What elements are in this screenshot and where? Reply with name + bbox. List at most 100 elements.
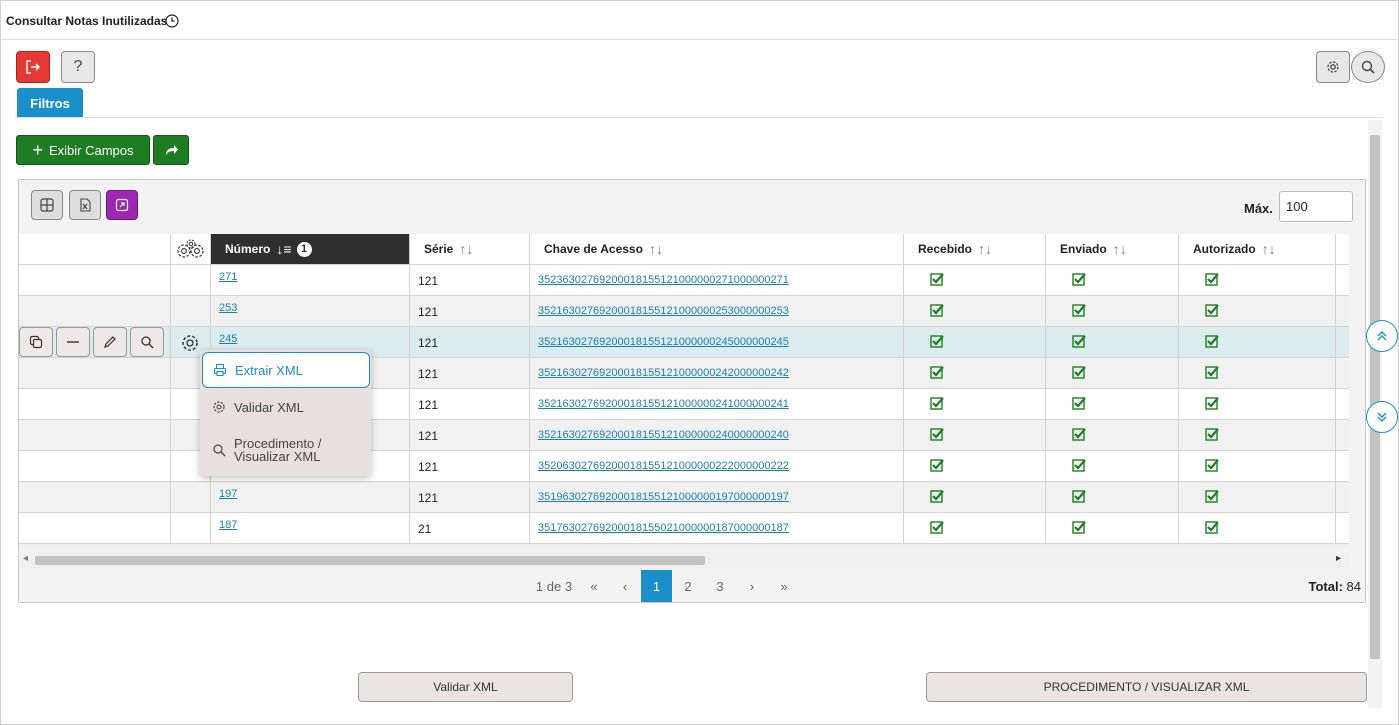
numero-link[interactable]: 187 bbox=[219, 519, 237, 531]
serie-value: 121 bbox=[418, 335, 439, 350]
page-2-button[interactable]: 2 bbox=[672, 570, 704, 602]
header-numero[interactable]: Número ↓≡ 1 bbox=[211, 234, 410, 265]
minus-icon bbox=[67, 341, 79, 343]
numero-link[interactable]: 271 bbox=[219, 271, 237, 283]
recebido-cell bbox=[904, 389, 1046, 420]
enviado-cell bbox=[1046, 513, 1179, 544]
chave-link[interactable]: 3517630276920001815502100000018700000018… bbox=[538, 522, 789, 534]
checkmark-icon bbox=[930, 304, 944, 317]
gear-icon bbox=[1327, 61, 1339, 73]
page-3-button[interactable]: 3 bbox=[704, 570, 736, 602]
overflow-cell bbox=[1336, 482, 1349, 513]
procedure-view-xml-button[interactable]: PROCEDIMENTO / VISUALIZAR XML bbox=[926, 672, 1367, 702]
serie-cell: 21 bbox=[410, 513, 530, 544]
menu-item-extrair-xml[interactable]: Extrair XML bbox=[202, 352, 370, 388]
horizontal-scrollbar[interactable]: ◂ ▸ bbox=[19, 552, 1349, 568]
header-enviado-label: Enviado bbox=[1060, 242, 1107, 256]
total-value: 84 bbox=[1346, 578, 1361, 594]
checkmark-icon bbox=[930, 490, 944, 503]
checkmark-icon bbox=[930, 366, 944, 379]
page-title: Consultar Notas Inutilizadas bbox=[6, 14, 168, 28]
chave-link[interactable]: 3520630276920001815512100000022200000022… bbox=[538, 460, 789, 472]
page-info: 1 de 3 bbox=[535, 578, 573, 594]
share-button[interactable] bbox=[153, 135, 189, 165]
divider bbox=[15, 117, 1383, 118]
chave-link[interactable]: 3521630276920001815512100000024200000024… bbox=[538, 367, 789, 379]
fullscreen-button[interactable] bbox=[106, 190, 138, 220]
last-page-button[interactable]: » bbox=[768, 570, 800, 602]
menu-item-procedimento[interactable]: Procedimento / Visualizar XML bbox=[200, 434, 371, 466]
row-edit-button[interactable] bbox=[93, 327, 127, 357]
export-excel-button[interactable] bbox=[69, 190, 101, 220]
autorizado-cell bbox=[1179, 451, 1336, 482]
numero-link[interactable]: 253 bbox=[219, 302, 237, 314]
grid-layout-button[interactable] bbox=[31, 190, 63, 220]
row-settings-cell bbox=[171, 513, 211, 544]
row-view-button[interactable] bbox=[130, 327, 164, 357]
search-icon bbox=[213, 444, 226, 457]
horizontal-scroll-thumb[interactable] bbox=[35, 556, 705, 565]
row-settings-cell bbox=[171, 482, 211, 513]
enviado-cell bbox=[1046, 265, 1179, 296]
header-autorizado-label: Autorizado bbox=[1193, 242, 1256, 256]
serie-cell: 121 bbox=[410, 327, 530, 358]
overflow-cell bbox=[1336, 296, 1349, 327]
overflow-cell bbox=[1336, 358, 1349, 389]
numero-link[interactable]: 245 bbox=[219, 333, 237, 345]
chave-cell: 3521630276920001815512100000024200000024… bbox=[530, 358, 904, 389]
chave-link[interactable]: 3521630276920001815512100000024100000024… bbox=[538, 398, 789, 410]
title-bar: Consultar Notas Inutilizadas bbox=[0, 0, 1399, 40]
serie-cell: 121 bbox=[410, 265, 530, 296]
tab-filtros[interactable]: Filtros bbox=[17, 88, 83, 118]
checkmark-icon bbox=[1205, 366, 1219, 379]
chave-link[interactable]: 3523630276920001815512100000027100000027… bbox=[538, 274, 789, 286]
chave-link[interactable]: 3521630276920001815512100000025300000025… bbox=[538, 305, 789, 317]
row-actions-cell bbox=[19, 420, 171, 451]
header-enviado[interactable]: Enviado ↑↓ bbox=[1046, 234, 1179, 265]
checkmark-icon bbox=[1205, 459, 1219, 472]
numero-link[interactable]: 197 bbox=[219, 488, 237, 500]
first-page-button[interactable]: « bbox=[579, 570, 609, 602]
checkmark-icon bbox=[1205, 428, 1219, 441]
prev-page-button[interactable]: ‹ bbox=[609, 570, 641, 602]
header-serie[interactable]: Série ↑↓ bbox=[410, 234, 530, 265]
pencil-icon bbox=[104, 336, 116, 348]
autorizado-cell bbox=[1179, 358, 1336, 389]
chave-link[interactable]: 3521630276920001815512100000024500000024… bbox=[538, 336, 789, 348]
autorizado-cell bbox=[1179, 420, 1336, 451]
gear-icon bbox=[182, 335, 198, 351]
row-copy-button[interactable] bbox=[19, 327, 53, 357]
page-1-button[interactable]: 1 bbox=[641, 570, 672, 602]
scroll-top-button[interactable] bbox=[1366, 320, 1398, 352]
enviado-cell bbox=[1046, 327, 1179, 358]
show-fields-button[interactable]: + Exibir Campos bbox=[16, 135, 150, 165]
max-rows-input[interactable] bbox=[1279, 191, 1353, 222]
search-icon bbox=[141, 336, 154, 349]
excel-file-icon bbox=[80, 198, 91, 212]
chave-link[interactable]: 3519630276920001815512100000019700000019… bbox=[538, 491, 789, 503]
row-actions-cell bbox=[19, 482, 171, 513]
header-row-settings[interactable] bbox=[171, 234, 211, 265]
help-button[interactable]: ? bbox=[61, 51, 95, 83]
search-button[interactable] bbox=[1351, 51, 1385, 83]
sort-icon: ↑↓ bbox=[1261, 241, 1276, 257]
scroll-bottom-button[interactable] bbox=[1366, 401, 1398, 433]
vertical-scroll-thumb[interactable] bbox=[1370, 135, 1380, 659]
chave-link[interactable]: 3521630276920001815512100000024000000024… bbox=[538, 429, 789, 441]
header-chave[interactable]: Chave de Acesso ↑↓ bbox=[530, 234, 904, 265]
checkmark-icon bbox=[1072, 366, 1086, 379]
overflow-cell bbox=[1336, 327, 1349, 358]
overflow-cell bbox=[1336, 265, 1349, 296]
row-remove-button[interactable] bbox=[56, 327, 90, 357]
settings-button[interactable] bbox=[1316, 51, 1350, 83]
row-actions-cell bbox=[19, 451, 171, 482]
checkmark-icon bbox=[1205, 335, 1219, 348]
menu-item-validar-xml[interactable]: Validar XML bbox=[200, 394, 371, 420]
next-page-button[interactable]: › bbox=[736, 570, 768, 602]
header-recebido[interactable]: Recebido ↑↓ bbox=[904, 234, 1046, 265]
checkmark-icon bbox=[1205, 521, 1219, 534]
exit-button[interactable] bbox=[16, 51, 50, 83]
header-autorizado[interactable]: Autorizado ↑↓ bbox=[1179, 234, 1336, 265]
validate-xml-button[interactable]: Validar XML bbox=[358, 672, 573, 702]
serie-value: 21 bbox=[418, 521, 432, 536]
